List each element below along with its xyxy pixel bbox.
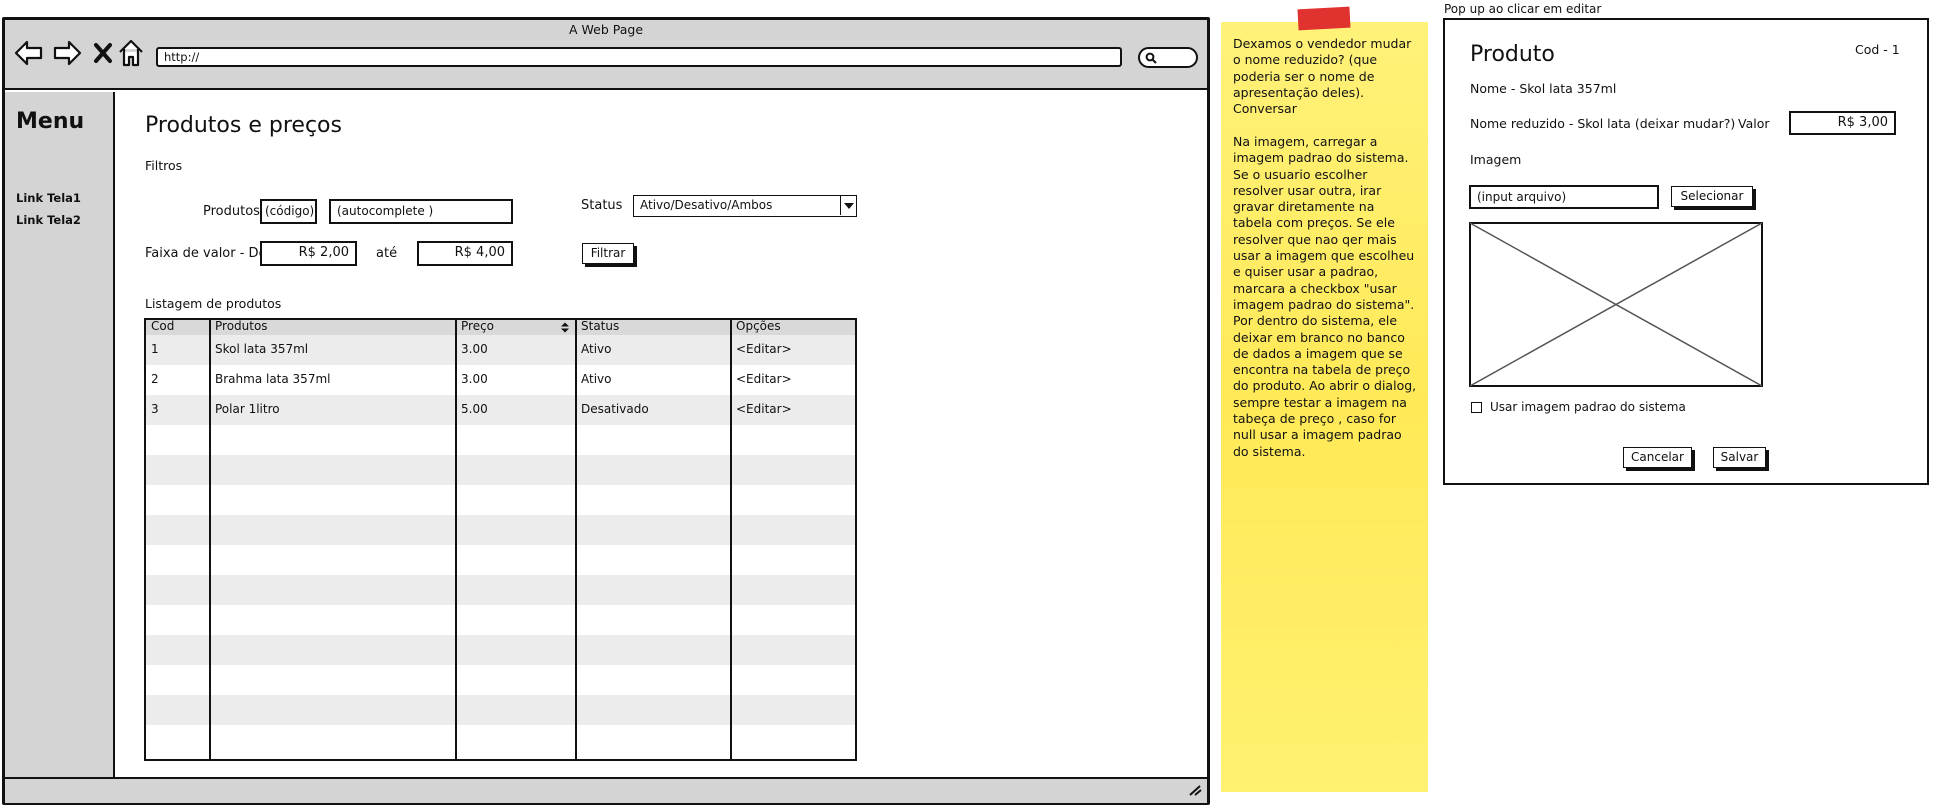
autocomplete-input[interactable]: (autocomplete ) bbox=[329, 199, 513, 224]
url-input[interactable]: http:// bbox=[156, 47, 1122, 67]
sidebar-title: Menu bbox=[16, 109, 85, 134]
popup-cod: Cod - 1 bbox=[1855, 42, 1900, 57]
empty-row bbox=[146, 695, 855, 725]
chevron-down-icon bbox=[840, 196, 856, 215]
empty-row bbox=[146, 545, 855, 575]
popup-valor-label: Valor bbox=[1738, 116, 1770, 131]
status-label: Status bbox=[581, 198, 623, 213]
url-text: http:// bbox=[164, 50, 200, 64]
checkbox-label[interactable]: Usar imagem padrao do sistema bbox=[1490, 400, 1686, 414]
search-box[interactable] bbox=[1138, 47, 1198, 68]
popup-caption: Pop up ao clicar em editar bbox=[1444, 2, 1602, 16]
home-icon[interactable] bbox=[118, 39, 144, 67]
products-table: Cod Produtos Preço Status Opções 1 Skol … bbox=[144, 318, 857, 761]
image-placeholder-icon bbox=[1469, 222, 1763, 387]
note-text-2: Na imagem, carregar a imagem padrao do s… bbox=[1233, 134, 1417, 459]
editar-link[interactable]: <Editar> bbox=[731, 335, 792, 365]
file-input[interactable]: (input arquivo) bbox=[1469, 185, 1659, 209]
editar-link[interactable]: <Editar> bbox=[731, 395, 792, 425]
cell-status: Ativo bbox=[581, 342, 612, 356]
status-bar bbox=[5, 777, 1207, 803]
table-row[interactable]: 1 Skol lata 357ml 3.00 Ativo <Editar> bbox=[146, 335, 855, 365]
popup-nome-reduzido: Nome reduzido - Skol lata (deixar mudar?… bbox=[1470, 116, 1736, 131]
header-preco[interactable]: Preço bbox=[456, 320, 494, 335]
forward-arrow-icon[interactable] bbox=[52, 40, 82, 66]
selecionar-button[interactable]: Selecionar bbox=[1671, 186, 1753, 207]
column-divider bbox=[575, 320, 577, 759]
codigo-input[interactable]: (código) bbox=[260, 199, 317, 224]
cell-produto: Skol lata 357ml bbox=[215, 342, 309, 356]
search-icon bbox=[1145, 52, 1157, 64]
sidebar-link-tela1[interactable]: Link Tela1 bbox=[16, 191, 81, 205]
sidebar-link-tela2[interactable]: Link Tela2 bbox=[16, 213, 81, 227]
note-text-1: Dexamos o vendedor mudar o nome reduzido… bbox=[1233, 36, 1416, 117]
header-cod[interactable]: Cod bbox=[146, 320, 174, 335]
close-icon[interactable] bbox=[93, 42, 113, 64]
cancelar-button[interactable]: Cancelar bbox=[1623, 447, 1692, 468]
tape-strip bbox=[1297, 6, 1351, 31]
cell-preco: 3.00 bbox=[461, 342, 488, 356]
window-title: A Web Page bbox=[569, 22, 644, 37]
table-row[interactable]: 3 Polar 1litro 5.00 Desativado <Editar> bbox=[146, 395, 855, 425]
use-default-image-checkbox[interactable] bbox=[1471, 402, 1482, 413]
empty-row bbox=[146, 575, 855, 605]
cell-preco: 3.00 bbox=[461, 372, 488, 386]
filtrar-button[interactable]: Filtrar bbox=[582, 243, 634, 264]
column-divider bbox=[730, 320, 732, 759]
table-row[interactable]: 2 Brahma lata 357ml 3.00 Ativo <Editar> bbox=[146, 365, 855, 395]
cell-produto: Polar 1litro bbox=[215, 402, 280, 416]
popup-title: Produto bbox=[1470, 42, 1555, 67]
faixa-valor-label: Faixa de valor - De bbox=[145, 246, 267, 261]
header-opcoes[interactable]: Opções bbox=[731, 320, 781, 335]
header-status[interactable]: Status bbox=[576, 320, 619, 335]
table-header: Cod Produtos Preço Status Opções bbox=[146, 320, 855, 336]
popup-imagem-label: Imagem bbox=[1470, 152, 1522, 167]
header-produtos[interactable]: Produtos bbox=[210, 320, 268, 335]
cell-cod: 3 bbox=[151, 402, 159, 416]
empty-row bbox=[146, 665, 855, 695]
salvar-button[interactable]: Salvar bbox=[1713, 447, 1766, 468]
column-divider bbox=[209, 320, 211, 759]
back-arrow-icon[interactable] bbox=[14, 40, 44, 66]
produtos-label: Produtos bbox=[203, 204, 260, 219]
cell-status: Desativado bbox=[581, 402, 649, 416]
empty-row bbox=[146, 635, 855, 665]
column-divider bbox=[455, 320, 457, 759]
page-title: Produtos e preços bbox=[145, 113, 342, 138]
cell-produto: Brahma lata 357ml bbox=[215, 372, 331, 386]
cell-cod: 1 bbox=[151, 342, 159, 356]
cell-cod: 2 bbox=[151, 372, 159, 386]
status-select[interactable]: Ativo/Desativo/Ambos bbox=[633, 195, 857, 217]
valor-de-input[interactable]: R$ 2,00 bbox=[260, 241, 357, 266]
empty-row bbox=[146, 605, 855, 635]
sort-icon[interactable] bbox=[560, 322, 570, 333]
filters-label: Filtros bbox=[145, 158, 183, 173]
ate-label: até bbox=[376, 246, 398, 261]
empty-row bbox=[146, 725, 855, 755]
empty-row bbox=[146, 425, 855, 455]
empty-row bbox=[146, 485, 855, 515]
empty-row bbox=[146, 455, 855, 485]
popup-valor-input[interactable]: R$ 3,00 bbox=[1789, 111, 1896, 135]
valor-ate-input[interactable]: R$ 4,00 bbox=[417, 241, 513, 266]
status-select-value: Ativo/Desativo/Ambos bbox=[640, 198, 773, 212]
editar-link[interactable]: <Editar> bbox=[731, 365, 792, 395]
cell-preco: 5.00 bbox=[461, 402, 488, 416]
popup-nome: Nome - Skol lata 357ml bbox=[1470, 81, 1617, 96]
empty-row bbox=[146, 515, 855, 545]
cell-status: Ativo bbox=[581, 372, 612, 386]
resize-grip-icon[interactable] bbox=[1188, 784, 1202, 796]
listing-label: Listagem de produtos bbox=[145, 296, 282, 311]
